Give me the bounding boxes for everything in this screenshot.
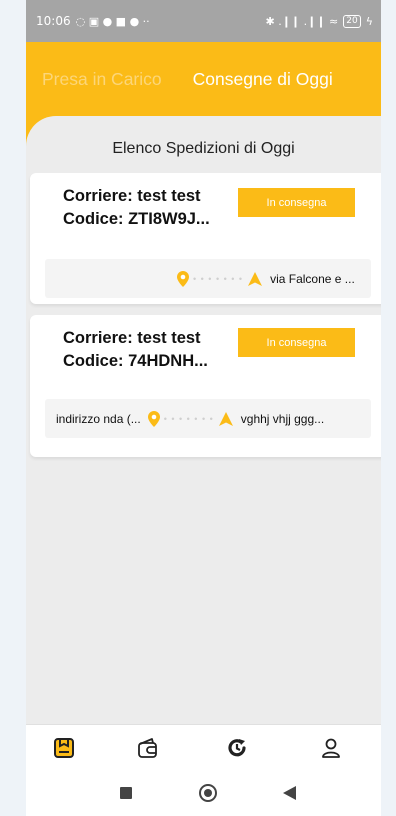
home-button[interactable]: [199, 784, 217, 802]
tab-presa-in-carico[interactable]: Presa in Carico: [42, 69, 162, 90]
shipment-code: Codice: ZTI8W9J...: [63, 210, 210, 228]
navigation-arrow-icon: [218, 411, 233, 426]
tab-consegne-di-oggi[interactable]: Consegne di Oggi: [193, 69, 333, 90]
phone-screen: 10:06 ◌ ▣ ● ■ ● ·· ✱ .❙❙ .❙❙ ≈ 20 ϟ Pres…: [26, 0, 381, 816]
wallet-icon[interactable]: [137, 737, 159, 759]
list-title: Elenco Spedizioni di Oggi: [112, 140, 295, 157]
route-bar: indirizzo nda (... • • • • • • • vghhj v…: [45, 399, 371, 438]
recents-button[interactable]: [120, 787, 132, 799]
route-dots: • • • • • • •: [193, 273, 244, 284]
signal-wifi-icons: ✱ .❙❙ .❙❙ ≈: [265, 14, 339, 28]
home-dot: [204, 789, 212, 797]
back-button[interactable]: [283, 786, 296, 800]
route-dots: • • • • • • •: [163, 413, 214, 424]
package-icon[interactable]: [53, 737, 75, 759]
battery-icon: 20: [343, 14, 361, 28]
status-badge[interactable]: In consegna: [238, 188, 355, 217]
status-time: 10:06: [36, 14, 71, 28]
shipment-card[interactable]: Corriere: test test Codice: ZTI8W9J... I…: [30, 173, 381, 304]
main-content: Elenco Spedizioni di Oggi Corriere: test…: [26, 116, 381, 726]
route-origin: indirizzo nda (...: [56, 411, 141, 426]
navigation-arrow-icon: [248, 271, 263, 286]
profile-icon[interactable]: [320, 737, 342, 759]
history-icon[interactable]: [226, 737, 248, 759]
tab-bar: Presa in Carico Consegne di Oggi: [26, 42, 381, 116]
route-destination: via Falcone e ...: [270, 271, 355, 286]
bottom-navigation: [26, 724, 381, 772]
status-badge[interactable]: In consegna: [238, 328, 355, 357]
location-pin-icon: [147, 410, 160, 427]
courier-name: Corriere: test test: [63, 187, 201, 205]
shipment-code: Codice: 74HDNH...: [63, 352, 208, 370]
route-destination: vghhj vhjj ggg...: [240, 411, 325, 426]
shipment-card[interactable]: Corriere: test test Codice: 74HDNH... In…: [30, 315, 381, 457]
charging-icon: ϟ: [365, 14, 373, 28]
route-bar: • • • • • • • via Falcone e ...: [45, 259, 371, 298]
system-navigation-bar: [26, 772, 381, 816]
location-pin-icon: [177, 270, 189, 287]
notification-icons: ◌ ▣ ● ■ ● ··: [75, 14, 150, 28]
status-bar: 10:06 ◌ ▣ ● ■ ● ·· ✱ .❙❙ .❙❙ ≈ 20 ϟ: [26, 0, 381, 42]
courier-name: Corriere: test test: [63, 329, 201, 347]
